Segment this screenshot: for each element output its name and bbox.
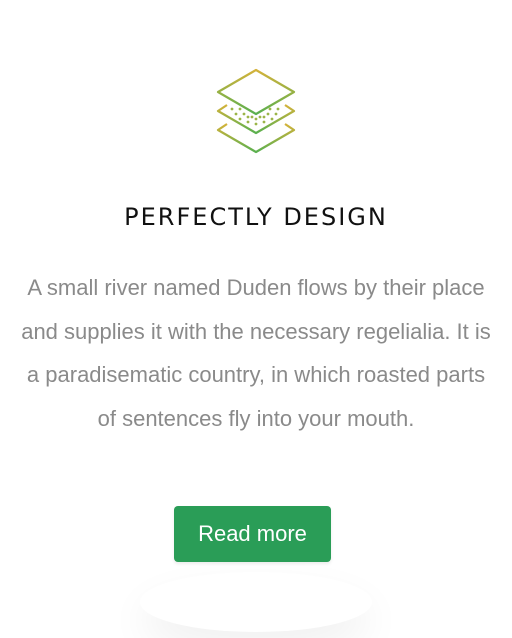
feature-card: PERFECTLY DESIGN A small river named Dud… bbox=[0, 0, 512, 638]
layers-icon bbox=[216, 68, 296, 154]
feature-title: PERFECTLY DESIGN bbox=[124, 203, 388, 231]
read-more-button[interactable]: Read more bbox=[174, 506, 331, 562]
feature-description: A small river named Duden flows by their… bbox=[21, 275, 491, 431]
feature-icon-container bbox=[0, 62, 512, 158]
